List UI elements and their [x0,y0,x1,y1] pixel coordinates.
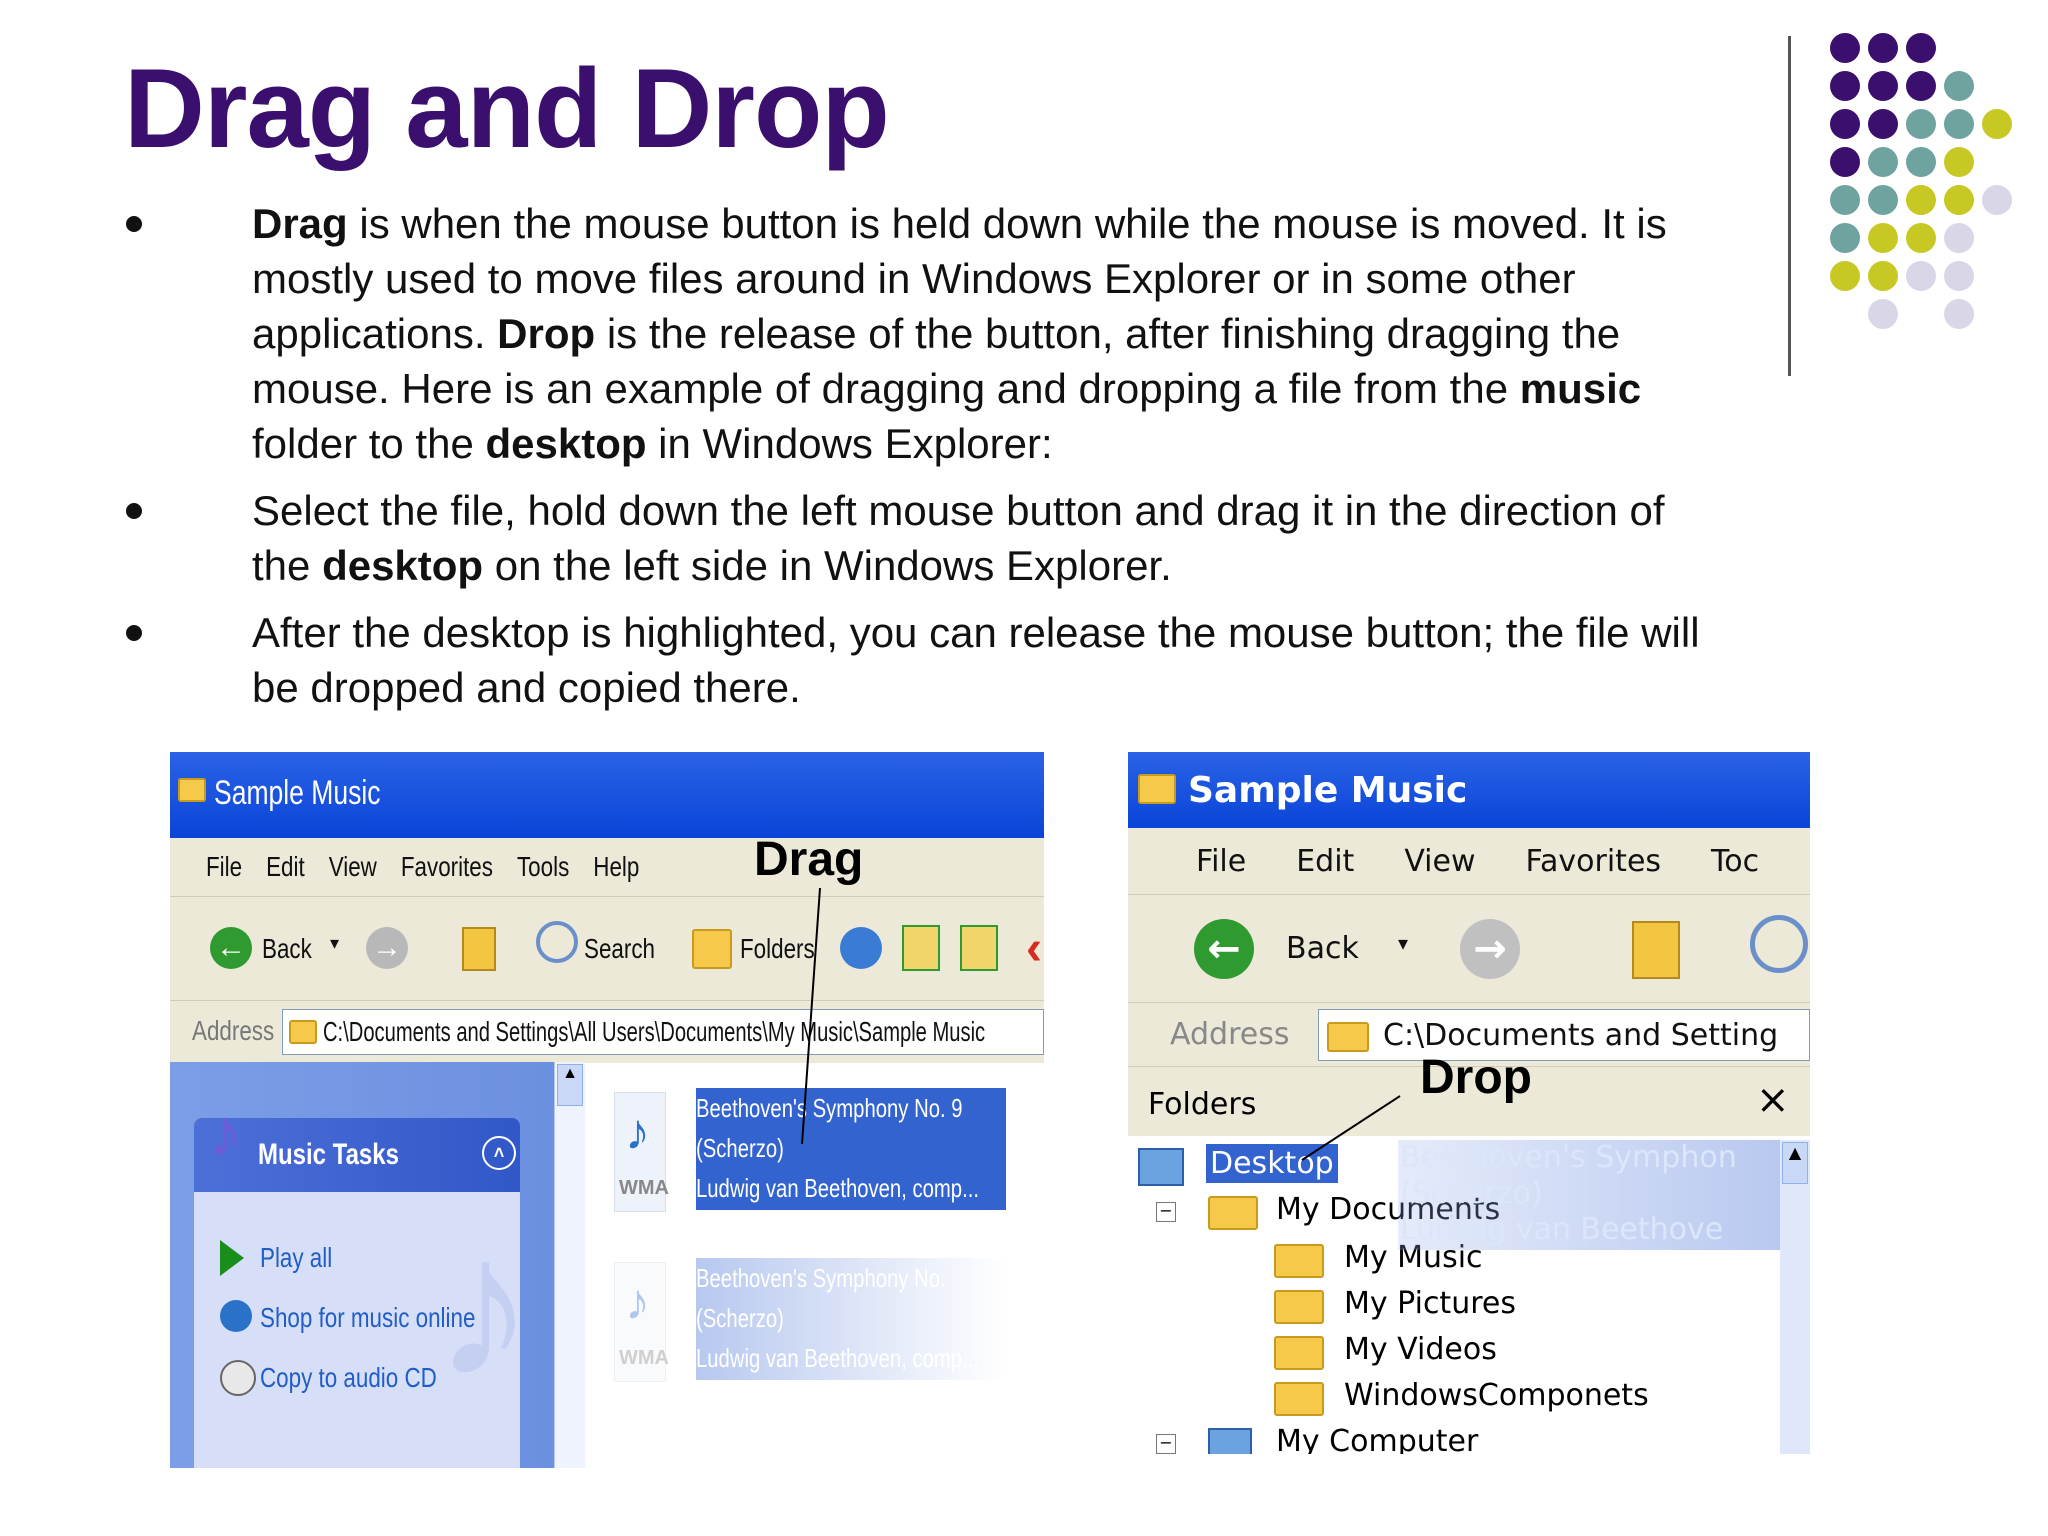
bold-term: desktop [322,542,484,589]
decorative-dot [1944,185,1974,215]
decorative-dot [1944,261,1974,291]
decorative-dot [1906,147,1936,177]
decorative-dot [1830,147,1860,177]
decorative-dot [1944,299,1974,329]
decorative-dot [1906,71,1936,101]
decorative-dot [1830,109,1860,139]
decorative-dot [1868,71,1898,101]
bold-term: music [1519,365,1642,412]
bullet-item: Drag is when the mouse button is held do… [124,196,1724,471]
decorative-dot [1830,71,1860,101]
decorative-dot [1944,147,1974,177]
decorative-dot [1982,185,2012,215]
bullet-item: After the desktop is highlighted, you ca… [124,605,1724,715]
decorative-dot [1906,261,1936,291]
decorative-dot [1868,33,1898,63]
decorative-dot [1944,223,1974,253]
decorative-dot [1830,185,1860,215]
decorative-dot [1830,223,1860,253]
bullet-text: folder to the [252,420,486,467]
drop-screenshot: Sample Music File Edit View Favorites Toc ← … [1128,752,1810,1454]
bullet-dot-icon [126,625,142,641]
bullet-dot-icon [126,503,142,519]
decorative-dot [1830,261,1860,291]
decorative-dot [1868,109,1898,139]
drag-pointer-line [801,887,821,1145]
drop-pointer-line [1301,1095,1401,1161]
bullet-text: in Windows Explorer: [646,420,1053,467]
bold-term: desktop [485,420,647,467]
decorative-dot [1868,147,1898,177]
decorative-dot [1944,71,1974,101]
drag-screenshot: Sample Music File Edit View Favorites Tools H… [170,752,1044,1468]
decorative-dot [1830,33,1860,63]
bullet-item: Select the file, hold down the left mous… [124,483,1724,593]
bullet-dot-icon [126,216,142,232]
divider-line [1788,36,1791,376]
decorative-dot [1868,185,1898,215]
bullet-text: After the desktop is highlighted, you ca… [252,609,1700,711]
decorative-dot [1944,109,1974,139]
bold-term: Drag [252,200,348,247]
decorative-dot [1868,223,1898,253]
bullet-text: on the left side in Windows Explorer. [483,542,1172,589]
slide-title: Drag and Drop [124,46,890,171]
decorative-dot [1906,33,1936,63]
decorative-dot [1982,109,2012,139]
decorative-dot [1868,299,1898,329]
bullet-list: Drag is when the mouse button is held do… [124,196,1724,727]
bold-term: Drop [497,310,596,357]
decorative-dot [1868,261,1898,291]
decorative-dot [1906,185,1936,215]
decorative-dot [1906,223,1936,253]
decorative-dot [1906,109,1936,139]
